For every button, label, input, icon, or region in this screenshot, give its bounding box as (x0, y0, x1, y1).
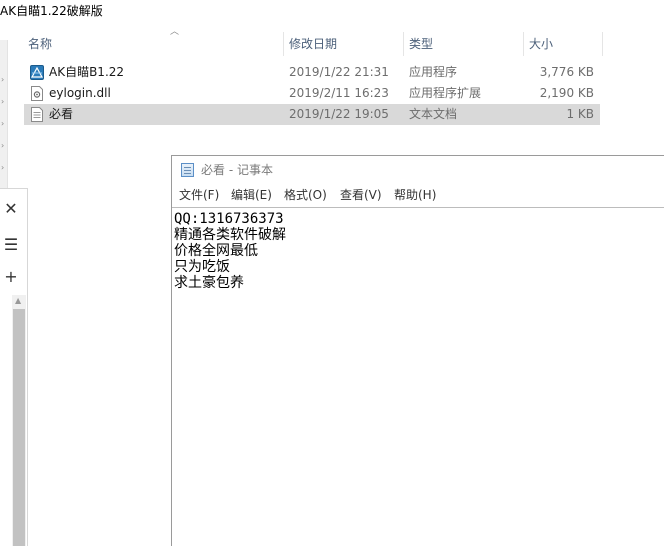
background-window-panel: ✕ ☰ + ▲ (0, 188, 28, 546)
menu-view[interactable]: 查看(V) (337, 184, 385, 206)
file-size: 3,776 KB (539, 65, 594, 79)
navigation-pane-edge: › › › › › (0, 22, 24, 200)
chevron-right-icon[interactable]: › (1, 164, 7, 172)
scroll-up-icon[interactable]: ▲ (15, 296, 21, 305)
explorer-title: AK自瞄1.22破解版 (0, 4, 103, 18)
app-icon (30, 65, 44, 80)
notepad-title: 必看 - 记事本 (201, 163, 273, 177)
text-line: 只为吃饭 (174, 259, 230, 275)
text-file-icon (31, 107, 43, 122)
menu-help[interactable]: 帮助(H) (391, 184, 439, 206)
column-header-name[interactable]: 名称 (24, 30, 284, 58)
notepad-title-bar[interactable]: 必看 - 记事本 (172, 156, 664, 184)
file-row[interactable]: AK自瞄B1.22 2019/1/22 21:31 应用程序 3,776 KB (24, 62, 600, 83)
text-line: 价格全网最低 (174, 243, 258, 259)
column-header-row: ︿ 名称 修改日期 类型 大小 (24, 27, 604, 58)
file-modified-date: 2019/1/22 21:31 (289, 65, 389, 79)
scrollbar-thumb[interactable] (13, 309, 25, 546)
column-header-type[interactable]: 类型 (405, 30, 523, 58)
close-icon[interactable]: ✕ (0, 197, 22, 221)
notepad-icon (181, 163, 194, 177)
vertical-scrollbar[interactable]: ▲ (12, 295, 26, 546)
navigation-pane-scroll[interactable]: › › › › › (0, 40, 8, 200)
file-type: 应用程序扩展 (409, 86, 482, 100)
text-line: 精通各类软件破解 (174, 227, 286, 243)
add-icon[interactable]: + (0, 265, 22, 289)
column-divider[interactable] (283, 32, 284, 56)
chevron-right-icon[interactable]: › (1, 142, 7, 150)
file-modified-date: 2019/1/22 19:05 (289, 107, 389, 121)
text-line: QQ:1316736373 (174, 211, 284, 227)
chevron-right-icon[interactable]: › (1, 76, 7, 84)
menu-icon[interactable]: ☰ (0, 233, 22, 257)
notepad-menu-bar: 文件(F) 编辑(E) 格式(O) 查看(V) 帮助(H) (172, 184, 664, 206)
menu-edit[interactable]: 编辑(E) (228, 184, 275, 206)
file-row-selected[interactable]: 必看 2019/1/22 19:05 文本文档 1 KB (24, 104, 600, 125)
file-type: 文本文档 (409, 107, 458, 121)
file-list: AK自瞄B1.22 2019/1/22 21:31 应用程序 3,776 KB … (24, 62, 600, 125)
column-divider[interactable] (523, 32, 524, 56)
dll-icon (31, 86, 43, 101)
menu-file[interactable]: 文件(F) (176, 184, 222, 206)
file-name: AK自瞄B1.22 (49, 65, 125, 79)
file-name: eylogin.dll (49, 86, 111, 100)
file-type: 应用程序 (409, 65, 458, 79)
chevron-right-icon[interactable]: › (1, 98, 7, 106)
file-size: 1 KB (566, 107, 594, 121)
file-name: 必看 (49, 107, 74, 121)
chevron-right-icon[interactable]: › (1, 120, 7, 128)
notepad-text-area[interactable]: QQ:1316736373 精通各类软件破解 价格全网最低 只为吃饭 求土豪包养 (172, 207, 664, 546)
notepad-window: 必看 - 记事本 文件(F) 编辑(E) 格式(O) 查看(V) 帮助(H) Q… (171, 155, 664, 546)
menu-format[interactable]: 格式(O) (281, 184, 330, 206)
file-row[interactable]: eylogin.dll 2019/2/11 16:23 应用程序扩展 2,190… (24, 83, 600, 104)
column-divider[interactable] (602, 32, 603, 56)
column-divider[interactable] (403, 32, 404, 56)
file-size: 2,190 KB (539, 86, 594, 100)
column-header-date[interactable]: 修改日期 (285, 30, 403, 58)
file-modified-date: 2019/2/11 16:23 (289, 86, 389, 100)
text-line: 求土豪包养 (174, 275, 244, 291)
column-header-size[interactable]: 大小 (525, 30, 601, 58)
